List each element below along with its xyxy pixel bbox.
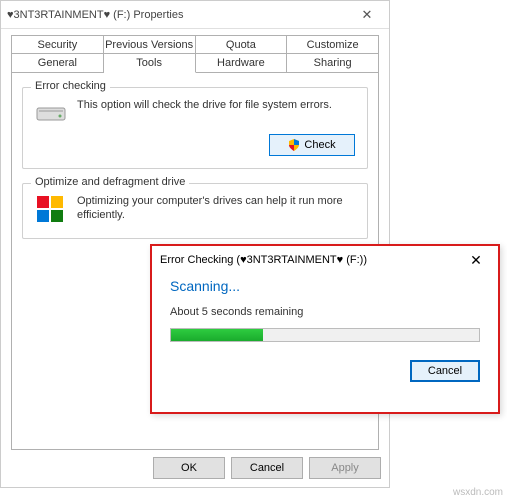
error-dialog-titlebar: Error Checking (♥3NT3RTAINMENT♥ (F:)) ✕ — [152, 246, 498, 274]
tab-tools[interactable]: Tools — [104, 53, 196, 73]
tab-sharing[interactable]: Sharing — [287, 53, 379, 73]
cancel-scan-button[interactable]: Cancel — [410, 360, 480, 382]
dialog-buttons: OK Cancel Apply — [153, 457, 381, 479]
error-dialog-title: Error Checking (♥3NT3RTAINMENT♥ (F:)) — [160, 254, 462, 266]
drive-icon — [35, 102, 67, 124]
progress-fill — [171, 329, 263, 341]
error-checking-text: This option will check the drive for fil… — [77, 98, 355, 112]
defrag-group: Optimize and defragment drive Optimizing… — [22, 183, 368, 239]
apply-button[interactable]: Apply — [309, 457, 381, 479]
defrag-text: Optimizing your computer's drives can he… — [77, 194, 355, 223]
tab-hardware[interactable]: Hardware — [196, 53, 288, 73]
cancel-button[interactable]: Cancel — [231, 457, 303, 479]
defrag-label: Optimize and defragment drive — [31, 176, 189, 188]
title-bar: ♥3NT3RTAINMENT♥ (F:) Properties ✕ — [1, 1, 389, 29]
tab-quota[interactable]: Quota — [196, 35, 288, 54]
ok-button[interactable]: OK — [153, 457, 225, 479]
time-remaining: About 5 seconds remaining — [170, 306, 480, 318]
tab-customize[interactable]: Customize — [287, 35, 379, 54]
close-icon[interactable]: ✕ — [351, 7, 383, 23]
close-icon[interactable]: ✕ — [462, 252, 490, 269]
check-button-label: Check — [304, 139, 335, 151]
window-title: ♥3NT3RTAINMENT♥ (F:) Properties — [7, 9, 351, 21]
shield-icon — [288, 139, 300, 151]
defrag-icon — [35, 194, 67, 226]
progress-bar — [170, 328, 480, 342]
tab-security[interactable]: Security — [11, 35, 104, 54]
error-checking-group: Error checking This option will check th… — [22, 87, 368, 169]
check-button[interactable]: Check — [269, 134, 355, 156]
error-checking-label: Error checking — [31, 80, 110, 92]
watermark: wsxdn.com — [453, 487, 503, 498]
scan-status: Scanning... — [170, 278, 480, 294]
error-checking-dialog: Error Checking (♥3NT3RTAINMENT♥ (F:)) ✕ … — [150, 244, 500, 414]
tab-general[interactable]: General — [11, 53, 104, 73]
tab-previous-versions[interactable]: Previous Versions — [104, 35, 196, 54]
